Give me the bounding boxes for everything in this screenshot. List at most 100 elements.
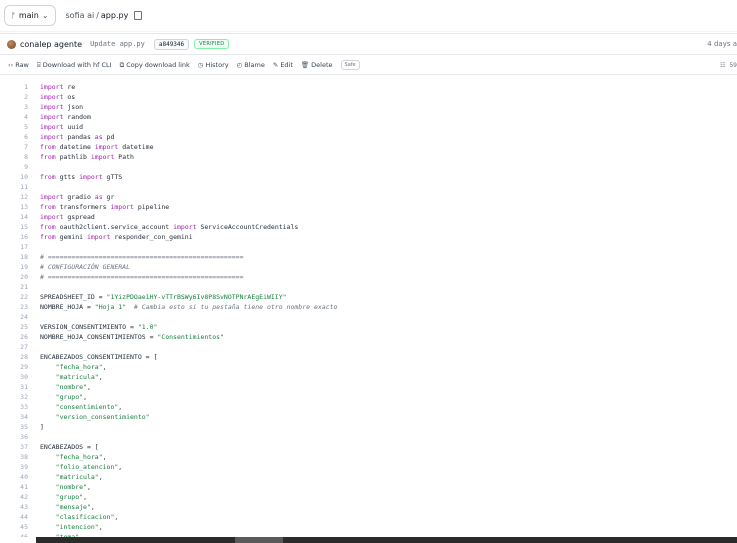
line-number[interactable]: 21 [0, 282, 28, 292]
line-number[interactable]: 37 [0, 442, 28, 452]
line-number[interactable]: 20 [0, 272, 28, 282]
lines-icon: ☷ [719, 61, 726, 69]
line-number[interactable]: 26 [0, 332, 28, 342]
history-button[interactable]: ◷ History [198, 61, 229, 69]
safe-badge[interactable]: Safe [340, 60, 360, 70]
code-text: "clasificacion", [55, 513, 119, 521]
line-number[interactable]: 16 [0, 232, 28, 242]
code-line: 38 "fecha_hora", [0, 452, 737, 462]
line-number[interactable]: 1 [0, 82, 28, 92]
history-label: History [205, 61, 229, 69]
line-number[interactable]: 14 [0, 212, 28, 222]
code-text: "mensaje", [55, 503, 95, 511]
line-number[interactable]: 2 [0, 92, 28, 102]
pencil-icon: ✎ [272, 61, 279, 69]
line-number[interactable]: 29 [0, 362, 28, 372]
code-line: 7 from datetime import datetime [0, 142, 737, 152]
code-text: from gtts import gTTS [40, 173, 123, 181]
line-number[interactable]: 27 [0, 342, 28, 352]
commit-author[interactable]: conalep agente [20, 40, 82, 49]
code-line: 40 "matricula", [0, 472, 737, 482]
blame-button[interactable]: ◴ Blame [237, 61, 265, 69]
code-line: 23 NOMBRE_HOJA = "Hoja 1" # Cambia esto s… [0, 302, 737, 312]
breadcrumb: sofia ai / app.py [66, 11, 143, 20]
line-number[interactable]: 32 [0, 392, 28, 402]
line-number[interactable]: 18 [0, 252, 28, 262]
line-number[interactable]: 45 [0, 522, 28, 532]
code-line: 2 import os [0, 92, 737, 102]
commit-message[interactable]: Update app.py [90, 40, 145, 48]
download-icon: ⌸ [36, 60, 41, 69]
line-number[interactable]: 17 [0, 242, 28, 252]
line-number[interactable]: 34 [0, 412, 28, 422]
code-line: 28 ENCABEZADOS_CONSENTIMIENTO = [ [0, 352, 737, 362]
code-line: 3 import json [0, 102, 737, 112]
line-number[interactable]: 8 [0, 152, 28, 162]
line-number[interactable]: 44 [0, 512, 28, 522]
code-text: from transformers import pipeline [40, 203, 170, 211]
line-number[interactable]: 19 [0, 262, 28, 272]
commit-bar: conalep agente Update app.py a849346 VER… [0, 33, 737, 55]
line-number[interactable]: 41 [0, 482, 28, 492]
code-line: 15 from oauth2client.service_account impo… [0, 222, 737, 232]
line-number[interactable]: 28 [0, 352, 28, 362]
line-number[interactable]: 24 [0, 312, 28, 322]
code-text: NOMBRE_HOJA = "Hoja 1" # Cambia esto si … [40, 303, 338, 311]
code-line: 22 SPREADSHEET_ID = "1YizPDOae1HY-vTTrBSW… [0, 292, 737, 302]
line-number[interactable]: 11 [0, 182, 28, 192]
copy-link-label: Copy download link [126, 61, 190, 69]
line-number[interactable]: 9 [0, 162, 28, 172]
line-number[interactable]: 39 [0, 462, 28, 472]
avatar[interactable] [7, 39, 16, 49]
line-number[interactable]: 38 [0, 452, 28, 462]
code-line: 39 "folio_atencion", [0, 462, 737, 472]
code-line: 10 from gtts import gTTS [0, 172, 737, 182]
line-number[interactable]: 42 [0, 492, 28, 502]
history-icon: ◷ [197, 61, 204, 69]
line-number[interactable]: 25 [0, 322, 28, 332]
line-number[interactable]: 46 [0, 532, 28, 537]
chevron-down-icon: ⌄ [41, 11, 49, 20]
line-number[interactable]: 5 [0, 122, 28, 132]
line-number[interactable]: 12 [0, 192, 28, 202]
code-text: "matricula", [55, 373, 103, 381]
line-number[interactable]: 15 [0, 222, 28, 232]
breadcrumb-folder[interactable]: sofia ai [66, 11, 95, 20]
line-number[interactable]: 30 [0, 372, 28, 382]
line-number[interactable]: 23 [0, 302, 28, 312]
line-number[interactable]: 35 [0, 422, 28, 432]
line-number[interactable]: 7 [0, 142, 28, 152]
line-number[interactable]: 40 [0, 472, 28, 482]
download-cli-button[interactable]: ⌸ Download with hf CLI [37, 61, 112, 70]
horizontal-scrollbar[interactable] [36, 537, 737, 543]
edit-button[interactable]: ✎ Edit [273, 61, 293, 69]
scrollbar-thumb[interactable] [235, 537, 283, 543]
line-number[interactable]: 3 [0, 102, 28, 112]
file-toolbar: ‹› Raw ⌸ Download with hf CLI ⧉ Copy dow… [0, 56, 737, 75]
code-line: 36 [0, 432, 737, 442]
line-number[interactable]: 33 [0, 402, 28, 412]
file-viewer: ᚠ main ⌄ sofia ai / app.py conalep agent… [0, 0, 737, 543]
branch-selector[interactable]: ᚠ main ⌄ [4, 5, 56, 26]
code-text: import re [40, 83, 76, 91]
line-number[interactable]: 36 [0, 432, 28, 442]
line-number[interactable]: 22 [0, 292, 28, 302]
code-line: 26 NOMBRE_HOJA_CONSENTIMIENTOS = "Consent… [0, 332, 737, 342]
code-line: 5 import uuid [0, 122, 737, 132]
line-number[interactable]: 43 [0, 502, 28, 512]
code-line: 19 # CONFIGURACIÓN GENERAL [0, 262, 737, 272]
line-number[interactable]: 4 [0, 112, 28, 122]
line-number[interactable]: 13 [0, 202, 28, 212]
code-text: NOMBRE_HOJA_CONSENTIMIENTOS = "Consentim… [40, 333, 224, 341]
copy-download-link-button[interactable]: ⧉ Copy download link [120, 61, 190, 70]
delete-button[interactable]: 🗑︎ Delete [301, 61, 333, 69]
commit-hash[interactable]: a849346 [153, 38, 190, 50]
code-line: 44 "clasificacion", [0, 512, 737, 522]
raw-button[interactable]: ‹› Raw [8, 61, 29, 69]
line-number[interactable]: 6 [0, 132, 28, 142]
code-text: "consentimiento", [55, 403, 123, 411]
copy-icon[interactable] [134, 11, 143, 20]
code-line: 18 # ====================================… [0, 252, 737, 262]
line-number[interactable]: 10 [0, 172, 28, 182]
line-number[interactable]: 31 [0, 382, 28, 392]
